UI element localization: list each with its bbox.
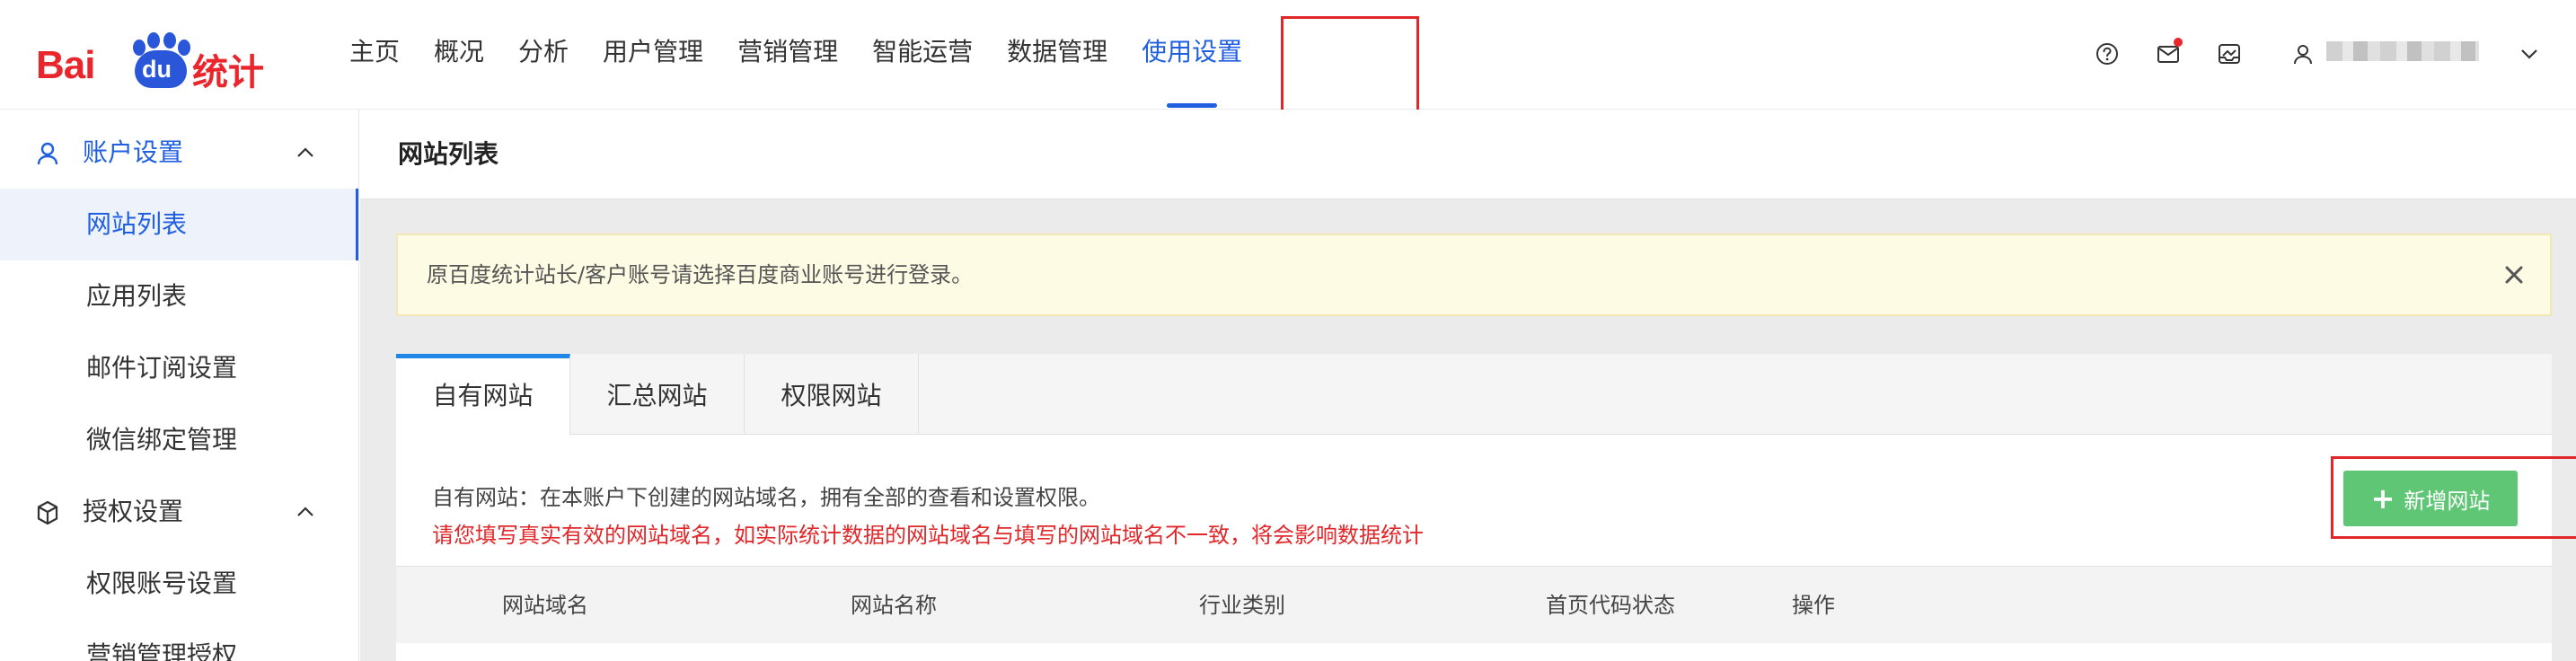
sidebar: 账户设置 网站列表 应用列表 邮件订阅设置 微信绑定管理 授权设置 权限账号设置… [0, 110, 359, 661]
sidebar-group-account-settings[interactable]: 账户设置 [0, 117, 358, 189]
tab-bar: 自有网站 汇总网站 权限网站 [396, 354, 2552, 436]
top-navigation-bar: Bai du 统计 主页 概况 分析 用户管理 营销管理 智能运营 数据管理 使… [0, 0, 2576, 126]
logo-bai-text: Bai [36, 43, 95, 87]
column-header-code-status: 首页代码状态 [1546, 593, 1675, 618]
add-website-button[interactable]: + 新增网站 [2343, 471, 2518, 526]
sidebar-item-email-subscription[interactable]: 邮件订阅设置 [0, 332, 358, 404]
user-icon [37, 142, 58, 165]
nav-smart-operations[interactable]: 智能运营 [855, 0, 990, 110]
column-header-domain: 网站域名 [502, 593, 588, 618]
domain-warning-text: 请您填写真实有效的网站域名，如实际统计数据的网站域名与填写的网站域名不一致，将会… [432, 523, 1424, 548]
nav-overview[interactable]: 概况 [417, 0, 501, 110]
main-nav: 主页 概况 分析 用户管理 营销管理 智能运营 数据管理 使用设置 [332, 0, 1259, 110]
inbox-icon[interactable] [2215, 40, 2244, 68]
notification-dot [2174, 38, 2183, 47]
add-website-label: 新增网站 [2404, 488, 2491, 514]
tab-own-websites[interactable]: 自有网站 [396, 354, 570, 436]
nav-marketing-management[interactable]: 营销管理 [720, 0, 855, 110]
user-icon[interactable] [2289, 40, 2317, 68]
user-name-redacted[interactable] [2326, 41, 2479, 61]
sidebar-group-label: 授权设置 [83, 497, 184, 526]
nav-analysis[interactable]: 分析 [501, 0, 586, 110]
baidu-tongji-logo[interactable]: Bai du 统计 [36, 16, 264, 93]
page-title: 网站列表 [398, 139, 499, 169]
message-icon[interactable] [2154, 38, 2183, 68]
table-header: 网站域名 网站名称 行业类别 首页代码状态 操作 [396, 566, 2552, 643]
nav-user-management[interactable]: 用户管理 [586, 0, 720, 110]
sidebar-group-authorization-settings[interactable]: 授权设置 [0, 476, 358, 548]
own-websites-description: 自有网站：在本账户下创建的网站域名，拥有全部的查看和设置权限。 [432, 485, 1100, 510]
sidebar-item-website-list[interactable]: 网站列表 [0, 189, 358, 260]
nav-home[interactable]: 主页 [332, 0, 417, 110]
website-panel: 自有网站 汇总网站 权限网站 自有网站：在本账户下创建的网站域名，拥有全部的查看… [396, 354, 2576, 661]
column-header-industry: 行业类别 [1199, 593, 1285, 618]
chevron-up-icon [297, 147, 313, 157]
help-icon[interactable] [2093, 40, 2122, 68]
notice-text: 原百度统计站长/客户账号请选择百度商业账号进行登录。 [427, 262, 974, 287]
nav-settings[interactable]: 使用设置 [1125, 0, 1259, 110]
column-header-actions: 操作 [1792, 593, 1835, 618]
plus-icon: + [2370, 481, 2395, 516]
chevron-up-icon [297, 507, 313, 516]
tab-permission-websites[interactable]: 权限网站 [745, 354, 919, 435]
sidebar-item-permission-accounts[interactable]: 权限账号设置 [0, 548, 358, 620]
tab-summary-websites[interactable]: 汇总网站 [570, 354, 745, 435]
close-icon[interactable] [2500, 260, 2528, 289]
chevron-down-icon[interactable] [2515, 40, 2544, 68]
page-header: 网站列表 [360, 110, 2576, 199]
sidebar-item-marketing-authorization[interactable]: 营销管理授权 [0, 620, 358, 661]
cube-icon [37, 500, 58, 525]
sidebar-item-wechat-binding[interactable]: 微信绑定管理 [0, 404, 358, 476]
nav-data-management[interactable]: 数据管理 [990, 0, 1125, 110]
notice-banner: 原百度统计站长/客户账号请选择百度商业账号进行登录。 [396, 234, 2552, 316]
sidebar-item-app-list[interactable]: 应用列表 [0, 260, 358, 332]
main-content: 网站列表 原百度统计站长/客户账号请选择百度商业账号进行登录。 自有网站 汇总网… [360, 110, 2576, 661]
logo-tongji-text: 统计 [192, 52, 264, 93]
logo-du-text: du [142, 56, 172, 83]
column-header-site-name: 网站名称 [851, 593, 937, 618]
paw-icon: du [129, 32, 192, 88]
sidebar-group-label: 账户设置 [83, 137, 184, 167]
